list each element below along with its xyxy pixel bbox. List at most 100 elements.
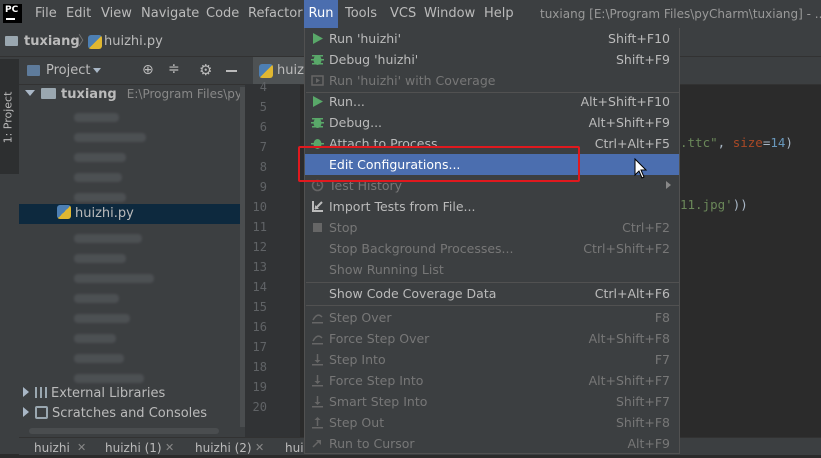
breadcrumb-file[interactable]: huizhi.py bbox=[104, 28, 163, 56]
line-number: 16 bbox=[252, 320, 267, 334]
list-item[interactable] bbox=[74, 334, 116, 343]
menu-file[interactable]: File bbox=[35, 0, 57, 28]
menu-edit[interactable]: Edit bbox=[66, 0, 91, 28]
menu-item-force-step-into[interactable]: Force Step Into Alt+Shift+F7 bbox=[305, 370, 679, 391]
menu-item-shortcut: Alt+Shift+F8 bbox=[588, 331, 670, 346]
tool-window-strip: 1: Project bbox=[0, 57, 20, 454]
line-number: 15 bbox=[252, 300, 267, 314]
dropdown-arrow-icon[interactable] bbox=[93, 68, 101, 73]
run-tab[interactable]: huizhi (1) bbox=[105, 438, 162, 455]
menu-item-smart-step-into[interactable]: Smart Step Into Shift+F7 bbox=[305, 391, 679, 412]
run-icon bbox=[313, 33, 323, 44]
run-tab[interactable]: hui bbox=[285, 438, 304, 455]
tree-scratches[interactable]: Scratches and Consoles bbox=[19, 404, 245, 424]
debug-icon bbox=[311, 55, 324, 65]
menu-code[interactable]: Code bbox=[206, 0, 239, 28]
list-item[interactable] bbox=[74, 153, 126, 162]
list-item[interactable] bbox=[74, 113, 119, 122]
line-gutter: 4 5 6 7 8 9 10 11 12 13 14 15 16 17 18 1… bbox=[245, 80, 300, 437]
menu-item-run-with-coverage[interactable]: Run 'huizhi' with Coverage bbox=[305, 70, 679, 91]
line-number: 7 bbox=[259, 140, 267, 154]
tree-external-libraries[interactable]: External Libraries bbox=[19, 384, 245, 404]
breadcrumb-project[interactable]: tuxiang bbox=[24, 28, 80, 56]
python-file-icon bbox=[57, 205, 71, 219]
run-tab[interactable]: huizhi bbox=[34, 438, 70, 455]
list-item[interactable] bbox=[74, 254, 126, 263]
list-item[interactable] bbox=[74, 294, 119, 303]
list-item[interactable] bbox=[74, 133, 146, 142]
menu-item-run-to-cursor[interactable]: Run to Cursor Alt+F9 bbox=[305, 433, 679, 453]
menu-item-run-huizhi[interactable]: Run 'huizhi' Shift+F10 bbox=[305, 28, 679, 49]
code-punct: )) bbox=[732, 197, 748, 212]
code-line-8[interactable]: .ttc", size=14) bbox=[680, 133, 793, 153]
close-icon[interactable]: ✕ bbox=[165, 438, 174, 458]
tree-root[interactable]: tuxiang E:\Program Files\pyCha bbox=[19, 84, 265, 104]
external-libraries-label: External Libraries bbox=[51, 386, 166, 401]
line-number: 13 bbox=[252, 260, 267, 274]
expand-arrow-icon bbox=[23, 407, 29, 417]
list-item[interactable] bbox=[74, 193, 126, 202]
menu-item-label: Step Into bbox=[329, 352, 386, 367]
menu-item-debug-dots[interactable]: Debug... Alt+Shift+F9 bbox=[305, 112, 679, 133]
line-number: 4 bbox=[259, 80, 267, 94]
list-item[interactable] bbox=[74, 314, 130, 323]
horizontal-scrollbar[interactable] bbox=[29, 428, 219, 434]
menu-item-debug-huizhi[interactable]: Debug 'huizhi' Shift+F9 bbox=[305, 49, 679, 70]
menu-item-label: Force Step Into bbox=[329, 373, 424, 388]
menu-navigate[interactable]: Navigate bbox=[141, 0, 199, 28]
menu-help[interactable]: Help bbox=[484, 0, 514, 28]
menu-item-label: Smart Step Into bbox=[329, 394, 428, 409]
locate-file-icon[interactable]: ⊕ bbox=[142, 62, 154, 78]
editor-tab-label: huiz bbox=[277, 63, 304, 78]
gear-icon[interactable]: ⚙ bbox=[199, 61, 212, 79]
line-number: 8 bbox=[259, 160, 267, 174]
menu-item-run-dots[interactable]: Run... Alt+Shift+F10 bbox=[305, 91, 679, 112]
code-punct: , bbox=[717, 135, 733, 150]
menu-item-show-running-list[interactable]: Show Running List bbox=[305, 259, 679, 280]
menu-item-show-coverage-data[interactable]: Show Code Coverage Data Ctrl+Alt+F6 bbox=[305, 283, 679, 304]
close-icon[interactable]: ✕ bbox=[77, 438, 86, 458]
list-item[interactable] bbox=[74, 274, 154, 283]
project-tool-tab[interactable]: 1: Project bbox=[0, 59, 19, 174]
menu-item-shortcut: Ctrl+Alt+F5 bbox=[594, 136, 670, 151]
menu-item-force-step-over[interactable]: Force Step Over Alt+Shift+F8 bbox=[305, 328, 679, 349]
force-step-into-icon bbox=[312, 375, 323, 387]
menu-item-label: Show Running List bbox=[329, 262, 444, 277]
menu-run[interactable]: Run bbox=[304, 0, 338, 28]
menu-bar: PC File Edit View Navigate Code Refactor… bbox=[0, 0, 821, 28]
list-item[interactable] bbox=[74, 354, 124, 363]
menu-item-shortcut: Ctrl+Alt+F6 bbox=[594, 286, 670, 301]
menu-item-shortcut: Alt+F9 bbox=[627, 436, 670, 451]
menu-item-step-over[interactable]: Step Over F8 bbox=[305, 307, 679, 328]
list-item[interactable] bbox=[74, 234, 142, 243]
menu-view[interactable]: View bbox=[101, 0, 132, 28]
project-view-selector[interactable]: Project bbox=[46, 57, 90, 84]
menu-item-label: Import Tests from File... bbox=[329, 199, 476, 214]
close-icon[interactable]: ✕ bbox=[255, 438, 264, 458]
collapse-all-icon[interactable]: ≑ bbox=[168, 61, 180, 77]
menu-item-shortcut: Alt+Shift+F9 bbox=[588, 115, 670, 130]
code-string: .ttc" bbox=[680, 135, 718, 150]
folder-icon bbox=[5, 36, 18, 46]
menu-refactor[interactable]: Refactor bbox=[248, 0, 303, 28]
line-number: 11 bbox=[252, 220, 267, 234]
menu-item-import-tests[interactable]: Import Tests from File... bbox=[305, 196, 679, 217]
menu-item-shortcut: F8 bbox=[654, 310, 670, 325]
menu-item-stop-background[interactable]: Stop Background Processes... Ctrl+Shift+F… bbox=[305, 238, 679, 259]
menu-window[interactable]: Window bbox=[424, 0, 475, 28]
list-item[interactable] bbox=[74, 173, 122, 182]
code-string: 11.jpg' bbox=[680, 197, 733, 212]
tree-item-selected[interactable]: huizhi.py bbox=[19, 204, 245, 224]
line-number: 20 bbox=[252, 400, 267, 414]
menu-item-step-into[interactable]: Step Into F7 bbox=[305, 349, 679, 370]
menu-tools[interactable]: Tools bbox=[345, 0, 377, 28]
list-item[interactable] bbox=[74, 374, 144, 383]
menu-item-label: Debug... bbox=[329, 115, 383, 130]
menu-item-stop[interactable]: Stop Ctrl+F2 bbox=[305, 217, 679, 238]
run-tab[interactable]: huizhi (2) bbox=[195, 438, 252, 455]
menu-item-step-out[interactable]: Step Out Shift+F8 bbox=[305, 412, 679, 433]
menu-vcs[interactable]: VCS bbox=[390, 0, 416, 28]
hide-panel-icon[interactable] bbox=[226, 70, 237, 72]
menu-item-shortcut: F7 bbox=[654, 352, 670, 367]
code-line-10[interactable]: 11.jpg')) bbox=[680, 195, 748, 215]
